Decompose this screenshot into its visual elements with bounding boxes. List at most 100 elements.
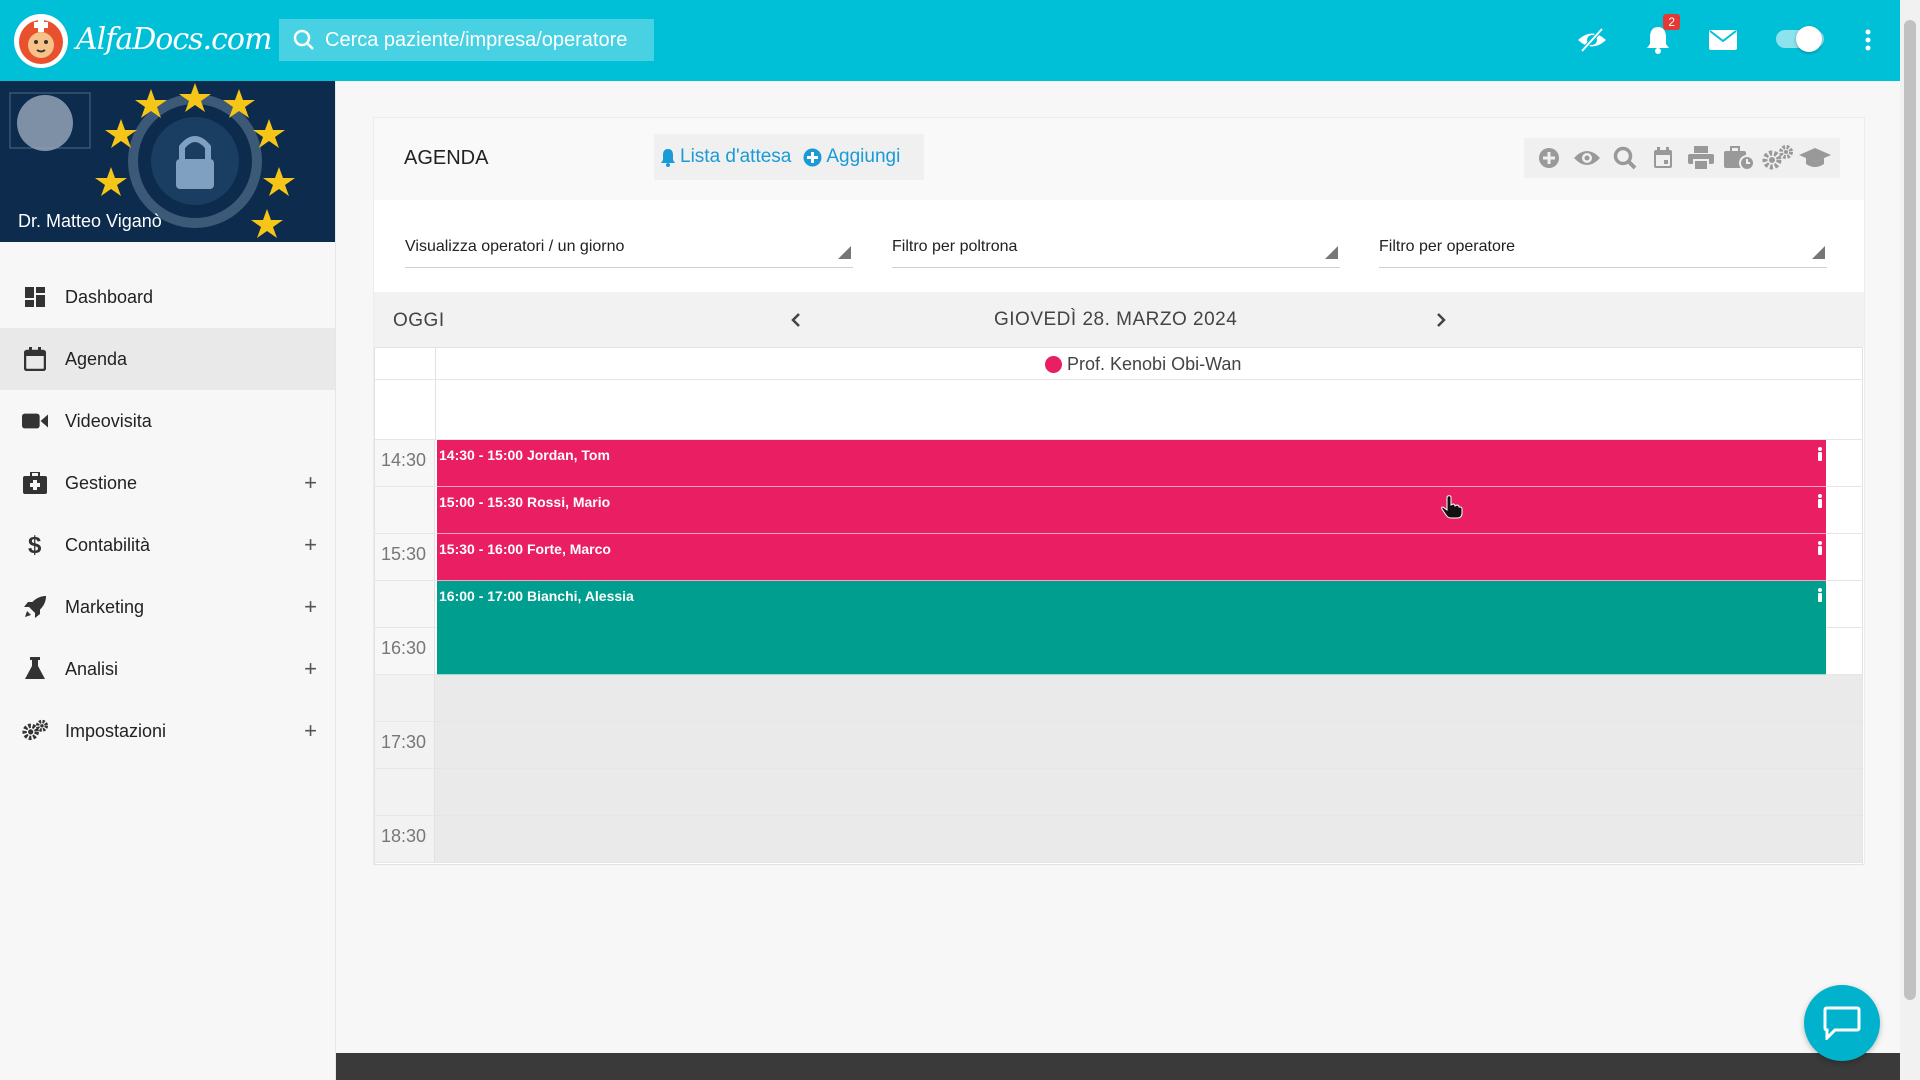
today-button[interactable]: OGGI: [393, 310, 445, 332]
appointment-label: 14:30 - 15:00 Jordan, Tom: [439, 447, 610, 463]
agenda-card: AGENDA Lista d'attesa Aggiungi Visualizz…: [373, 117, 1865, 865]
profile-banner[interactable]: Dr. Matteo Viganò: [0, 81, 335, 242]
appointment-block[interactable]: 14:30 - 15:00 Jordan, Tom: [437, 440, 1826, 487]
operator-filter-select[interactable]: Filtro per operatore: [1379, 232, 1827, 268]
person-icon: [1818, 494, 1822, 508]
lion-logo-icon: [14, 14, 68, 68]
calendar-grid: Prof. Kenobi Obi-Wan 14:30 15:30 16:30 17:3…: [374, 347, 1863, 865]
dropdown-arrow-icon: [838, 246, 851, 259]
rocket-icon: [22, 594, 48, 620]
sidebar-item-gestione[interactable]: Gestione +: [0, 452, 335, 514]
time-slot[interactable]: [375, 769, 1862, 816]
time-label: 18:30: [381, 826, 427, 846]
expand-plus-icon[interactable]: +: [304, 718, 317, 744]
eye-icon[interactable]: [1568, 139, 1606, 177]
sidebar-item-analisi[interactable]: Analisi +: [0, 638, 335, 700]
dropdown-arrow-icon: [1325, 246, 1338, 259]
view-select-value: Visualizza operatori / un giorno: [405, 238, 625, 255]
medical-kit-icon: [22, 470, 48, 496]
sidebar-item-label: Contabilità: [65, 534, 151, 555]
mail-icon[interactable]: [1705, 22, 1741, 58]
dropdown-arrow-icon: [1812, 246, 1825, 259]
calendar-icon: [22, 346, 48, 372]
search-icon[interactable]: [1606, 139, 1644, 177]
date-navigation: OGGI GIOVEDÌ 28. MARZO 2024: [374, 292, 1864, 347]
bell-icon: [661, 148, 675, 167]
appointment-time: 16:00 - 17:00: [439, 588, 524, 604]
notifications-button[interactable]: 2: [1640, 14, 1680, 58]
filters-row: Visualizza operatori / un giorno Filtro …: [374, 200, 1864, 292]
appointment-block[interactable]: 16:00 - 17:00 Bianchi, Alessia: [437, 581, 1826, 675]
expand-plus-icon[interactable]: +: [304, 594, 317, 620]
time-slots: 14:30 15:30 16:30 17:30 18:30 14:30 - 15:00 J…: [375, 440, 1862, 866]
operator-name: Prof. Kenobi Obi-Wan: [1067, 354, 1242, 374]
page-footer: [336, 1053, 1900, 1080]
chat-button[interactable]: [1804, 985, 1880, 1061]
dollar-icon: $: [22, 532, 48, 558]
time-label: 14:30: [381, 450, 427, 470]
graduation-cap-icon[interactable]: [1796, 139, 1834, 177]
appointment-patient: Rossi, Mario: [526, 494, 611, 510]
time-label: 17:30: [381, 732, 427, 752]
eye-slash-icon[interactable]: [1574, 22, 1610, 58]
sidebar-item-label: Dashboard: [65, 286, 154, 307]
current-date: GIOVEDÌ 28. MARZO 2024: [994, 309, 1238, 330]
add-circle-icon[interactable]: [1530, 139, 1568, 177]
sidebar: Dr. Matteo Viganò Dashboard Agenda Video…: [0, 81, 336, 1080]
top-bar: AlfaDocs.com 2: [0, 0, 1900, 81]
appointment-block[interactable]: 15:30 - 16:00 Forte, Marco: [437, 534, 1826, 581]
person-icon: [1818, 541, 1822, 555]
add-appointment-link[interactable]: Aggiungi: [803, 146, 900, 168]
sidebar-item-label: Marketing: [65, 596, 145, 617]
time-gutter: [375, 581, 435, 627]
more-vertical-icon[interactable]: [1850, 22, 1886, 58]
expand-plus-icon[interactable]: +: [304, 656, 317, 682]
sidebar-item-impostazioni[interactable]: Impostazioni +: [0, 700, 335, 762]
search-bar[interactable]: [279, 19, 654, 61]
briefcase-clock-icon[interactable]: [1720, 139, 1758, 177]
operator-filter-value: Filtro per operatore: [1379, 238, 1516, 255]
appointment-time: 15:00 - 15:30: [439, 494, 524, 510]
sidebar-item-label: Videovisita: [65, 410, 152, 431]
operator-color-dot: [1045, 356, 1062, 373]
appointment-block[interactable]: 15:00 - 15:30 Rossi, Mario: [437, 487, 1826, 534]
sidebar-item-dashboard[interactable]: Dashboard: [0, 266, 335, 328]
sidebar-item-videovisita[interactable]: Videovisita: [0, 390, 335, 452]
all-day-row[interactable]: [375, 380, 1862, 440]
chevron-right-icon[interactable]: [1429, 308, 1453, 332]
hand-cursor-icon: [1441, 495, 1463, 519]
svg-text:$: $: [28, 532, 42, 558]
time-label: 16:30: [381, 638, 427, 658]
alfadocs-logo[interactable]: AlfaDocs.com: [12, 8, 272, 74]
time-slot[interactable]: [375, 816, 1862, 863]
sidebar-item-agenda[interactable]: Agenda: [0, 328, 335, 390]
expand-plus-icon[interactable]: +: [304, 532, 317, 558]
chair-filter-value: Filtro per poltrona: [892, 238, 1018, 255]
print-icon[interactable]: [1682, 139, 1720, 177]
search-input[interactable]: [325, 28, 645, 52]
expand-plus-icon[interactable]: +: [304, 470, 317, 496]
sidebar-nav: Dashboard Agenda Videovisita Gestione + …: [0, 266, 335, 762]
time-gutter: [375, 487, 435, 533]
time-slot[interactable]: [375, 722, 1862, 769]
logo-text: AlfaDocs.com: [76, 22, 272, 57]
calendar-day-icon[interactable]: [1644, 139, 1682, 177]
chair-filter-select[interactable]: Filtro per poltrona: [892, 232, 1340, 268]
scrollbar-thumb[interactable]: [1904, 20, 1916, 1000]
operator-header-row: Prof. Kenobi Obi-Wan: [375, 348, 1862, 380]
gears-icon[interactable]: [1758, 139, 1796, 177]
agenda-toolbar: [1524, 138, 1840, 178]
time-slot[interactable]: [375, 675, 1862, 722]
chevron-left-icon[interactable]: [784, 308, 808, 332]
sidebar-item-marketing[interactable]: Marketing +: [0, 576, 335, 638]
operator-column-header[interactable]: Prof. Kenobi Obi-Wan: [1045, 354, 1241, 375]
page-title: AGENDA: [404, 147, 489, 169]
sidebar-item-label: Agenda: [65, 348, 128, 369]
sidebar-item-label: Gestione: [65, 472, 138, 493]
view-select[interactable]: Visualizza operatori / un giorno: [405, 232, 853, 268]
sidebar-item-label: Impostazioni: [65, 720, 167, 741]
waitlist-link[interactable]: Lista d'attesa: [660, 146, 791, 168]
time-gutter: [375, 769, 435, 815]
toggle-knob[interactable]: [1796, 26, 1822, 52]
sidebar-item-contabilita[interactable]: $ Contabilità +: [0, 514, 335, 576]
